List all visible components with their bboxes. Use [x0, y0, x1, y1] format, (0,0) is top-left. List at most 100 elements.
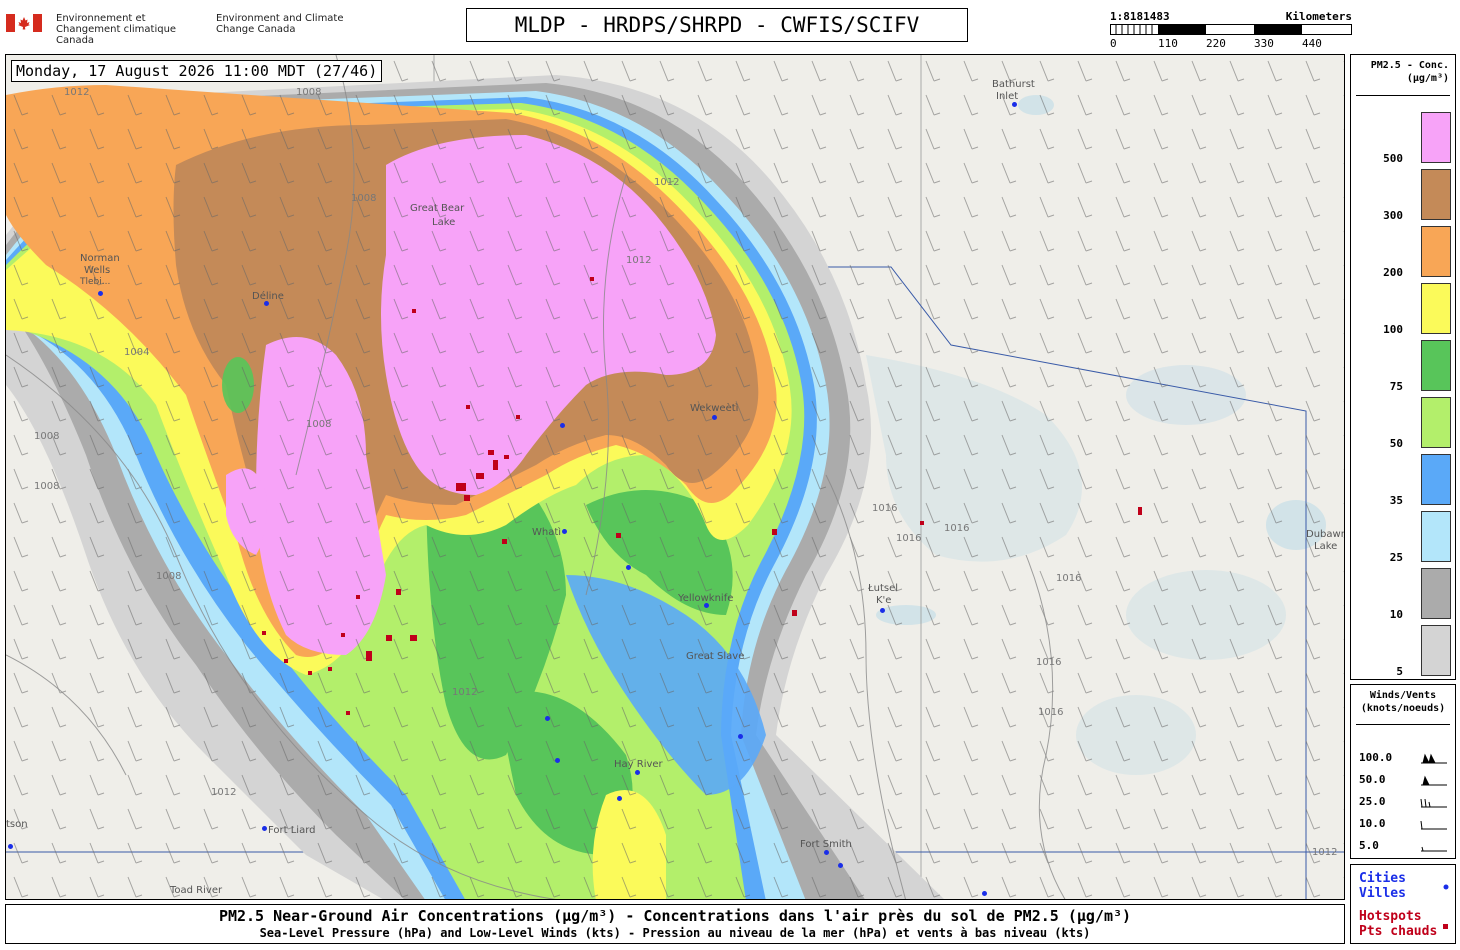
- place-label: Dubawnt: [1306, 529, 1344, 540]
- isobar-label: 1008: [34, 481, 59, 492]
- legend-swatch: [1421, 340, 1451, 391]
- place-label: Inlet: [996, 91, 1019, 102]
- legend-swatch-label: 200: [1383, 266, 1403, 279]
- caption-title: PM2.5 Near-Ground Air Concentrations (µg…: [218, 907, 1132, 925]
- isobar-label: 1012: [654, 177, 679, 188]
- isobar-label: 1008: [296, 87, 321, 98]
- wind-barb-icon: [1420, 798, 1447, 808]
- legend-swatch: [1421, 112, 1451, 163]
- place-label: Wekweètì: [690, 403, 739, 414]
- legend-swatch-label: 75: [1389, 380, 1403, 393]
- isobar-label: 1008: [306, 419, 331, 430]
- legend-swatch: [1421, 169, 1451, 220]
- city-marker[interactable]: [562, 529, 567, 534]
- city-marker[interactable]: [626, 565, 631, 570]
- legend-title-line: (µg/m³): [1406, 73, 1449, 84]
- city-marker[interactable]: [264, 301, 269, 306]
- isobar-label: 1012: [64, 87, 89, 98]
- place-label: Hay River: [614, 759, 663, 770]
- isobar-label: 1016: [1056, 573, 1081, 584]
- concentration-legend: PM2.5 - Conc. (µg/m³) 500 300 200 100 75 50 35…: [1350, 54, 1456, 680]
- scale-tick: 440: [1302, 37, 1322, 50]
- hotspots-label-fr: Pts chauds: [1359, 924, 1438, 939]
- marker-legend: Cities Villes Hotspots Pts chauds: [1350, 864, 1456, 944]
- scale-tick: 330: [1254, 37, 1274, 50]
- city-marker[interactable]: [98, 291, 103, 296]
- legend-swatch-label: 5: [1396, 665, 1403, 678]
- wind-speed-label: 100.0: [1359, 751, 1393, 764]
- city-marker[interactable]: [1012, 102, 1017, 107]
- wind-barb-icon: [1421, 846, 1447, 852]
- legend-swatch-label: 300: [1383, 209, 1403, 222]
- city-marker[interactable]: [738, 734, 743, 739]
- concentration-map-graphic: 1012 1008 1008 1004 1008 1012 1012 1016 …: [6, 55, 1344, 899]
- place-label: Lake: [1314, 541, 1338, 552]
- department-name-fr: Environnement et Changement climatique C…: [56, 13, 177, 46]
- legend-swatch: [1421, 625, 1451, 676]
- wind-legend-row: 10.0: [1359, 817, 1451, 833]
- forecast-timestamp: Monday, 17 August 2026 11:00 MDT (27/46): [11, 60, 383, 82]
- scale-tick: 110: [1158, 37, 1178, 50]
- wind-speed-label: 50.0: [1359, 773, 1386, 786]
- wind-barb-icon: [1420, 820, 1447, 830]
- isobar-label: 1008: [34, 431, 59, 442]
- isobar-label: 1012: [452, 687, 477, 698]
- city-marker[interactable]: [704, 603, 709, 608]
- hotspots-legend-label: Hotspots Pts chauds: [1359, 909, 1437, 939]
- scale-tick: 0: [1110, 37, 1117, 50]
- city-marker[interactable]: [880, 608, 885, 613]
- city-marker-icon: [1443, 875, 1449, 894]
- isobar-label: 1012: [1312, 847, 1337, 858]
- legend-swatch: [1421, 454, 1451, 505]
- scale-unit: Kilometers: [1285, 10, 1352, 23]
- isobar-label: 1004: [124, 347, 149, 358]
- legend-swatch: [1421, 397, 1451, 448]
- legend-swatch-label: 500: [1383, 152, 1403, 165]
- legend-swatch: [1421, 511, 1451, 562]
- forecast-map[interactable]: 1012 1008 1008 1004 1008 1012 1012 1016 …: [5, 54, 1345, 900]
- scale-bar: 1:8181483 Kilometers 0 110 220 330 440: [1110, 10, 1352, 50]
- city-marker[interactable]: [560, 423, 565, 428]
- wind-barb-icon: [1421, 775, 1447, 786]
- place-label: Fort Smith: [800, 839, 852, 850]
- legend-swatch-label: 35: [1389, 494, 1403, 507]
- legend-swatch-label: 25: [1389, 551, 1403, 564]
- wind-legend-row: 50.0: [1359, 773, 1451, 789]
- place-label: Łutsel: [868, 583, 899, 594]
- place-label: Toad River: [170, 885, 223, 896]
- scale-ratio: 1:8181483: [1110, 10, 1170, 23]
- city-marker[interactable]: [545, 716, 550, 721]
- isobar-label: 1016: [1036, 657, 1061, 668]
- isobar-label: 1016: [872, 503, 897, 514]
- isobar-label: 1016: [944, 523, 969, 534]
- place-label: Wells: [84, 265, 111, 276]
- model-title: MLDP - HRDPS/SHRPD - CWFIS/SCIFV: [466, 8, 968, 42]
- legend-divider: [1356, 724, 1450, 725]
- hotspot-marker-icon: [1443, 915, 1449, 934]
- place-label: K'e: [876, 595, 892, 606]
- city-marker[interactable]: [617, 796, 622, 801]
- concentration-legend-title: PM2.5 - Conc. (µg/m³): [1351, 59, 1449, 85]
- legend-title-line: (knots/noeuds): [1360, 703, 1446, 714]
- place-label: Lake: [432, 217, 456, 228]
- legend-swatch: [1421, 568, 1451, 619]
- city-marker[interactable]: [712, 415, 717, 420]
- city-marker[interactable]: [555, 758, 560, 763]
- place-label: Great Bear: [410, 203, 465, 214]
- wind-barb-icon: [1421, 753, 1447, 764]
- isobar-label: 1016: [1038, 707, 1063, 718]
- legend-title-line: PM2.5 - Conc.: [1370, 60, 1449, 71]
- legend-divider: [1356, 95, 1450, 96]
- city-marker[interactable]: [824, 850, 829, 855]
- isobar-label: 1016: [896, 533, 921, 544]
- city-marker[interactable]: [838, 863, 843, 868]
- hotspots-label-en: Hotspots: [1359, 909, 1422, 924]
- place-label: tson: [6, 819, 28, 830]
- city-marker[interactable]: [982, 891, 987, 896]
- city-marker[interactable]: [635, 770, 640, 775]
- city-marker[interactable]: [8, 844, 13, 849]
- legend-swatch: [1421, 283, 1451, 334]
- legend-swatch: [1421, 226, 1451, 277]
- city-marker[interactable]: [262, 826, 267, 831]
- wind-legend: Winds/Vents (knots/noeuds) 100.0 50.0 25…: [1350, 684, 1456, 859]
